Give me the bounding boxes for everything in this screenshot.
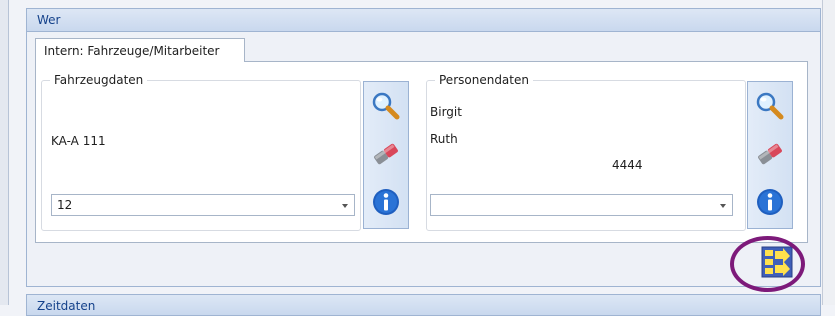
tab-intern-fahrzeuge-mitarbeiter[interactable]: Intern: Fahrzeuge/Mitarbeiter (35, 38, 245, 62)
zeitdaten-group-title: Zeitdaten (37, 299, 96, 313)
right-scrollbar[interactable] (822, 0, 835, 305)
person-last-name: Ruth (430, 132, 458, 146)
fahrzeug-clear-button[interactable] (364, 132, 408, 176)
fahrzeug-info-button[interactable] (364, 180, 408, 224)
tab-page: Fahrzeugdaten KA-A 111 12 Personendaten … (35, 61, 808, 243)
personendaten-legend: Personendaten (435, 72, 533, 88)
chevron-down-icon[interactable] (342, 204, 348, 208)
person-number: 4444 (612, 158, 643, 172)
fahrzeug-combo[interactable]: 12 (51, 194, 355, 216)
person-clear-button[interactable] (748, 132, 792, 176)
vehicle-plate: KA-A 111 (51, 134, 106, 148)
personendaten-group: Personendaten Birgit Ruth 4444 (426, 72, 746, 231)
person-first-name: Birgit (430, 105, 462, 119)
chevron-down-icon[interactable] (720, 204, 726, 208)
person-search-button[interactable] (748, 84, 792, 128)
magnifier-icon (756, 92, 784, 120)
fahrzeugdaten-group: Fahrzeugdaten KA-A 111 12 (41, 72, 361, 231)
wer-group-header: Wer (27, 9, 820, 32)
person-info-button[interactable] (748, 180, 792, 224)
person-combo[interactable] (430, 194, 733, 216)
fahrzeugdaten-legend: Fahrzeugdaten (50, 72, 148, 88)
magnifier-icon (372, 92, 400, 120)
zeitdaten-group-header[interactable]: Zeitdaten (26, 294, 821, 316)
fahrzeug-search-button[interactable] (364, 84, 408, 128)
fahrzeug-button-bar (363, 81, 409, 229)
eraser-icon (758, 143, 782, 165)
person-button-bar (747, 81, 793, 229)
fahrzeug-combo-value: 12 (57, 198, 73, 212)
info-icon (757, 189, 783, 215)
info-icon (373, 189, 399, 215)
highlight-ring (730, 236, 805, 292)
window: Wer Intern: Fahrzeuge/Mitarbeiter Fahrze… (0, 0, 835, 316)
left-border (0, 0, 9, 305)
eraser-icon (374, 143, 398, 165)
